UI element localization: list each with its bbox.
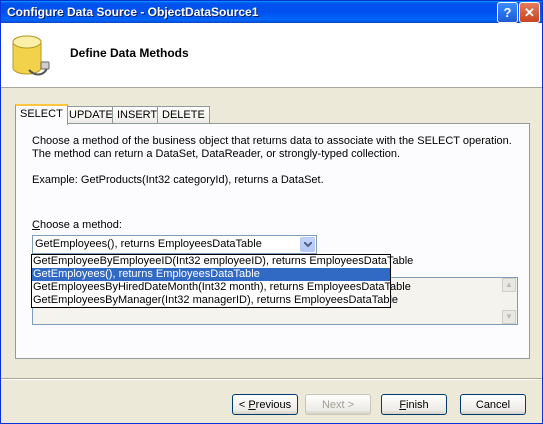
- tab-select[interactable]: SELECT: [15, 104, 68, 125]
- cancel-button[interactable]: Cancel: [460, 394, 526, 415]
- dialog-window: Configure Data Source - ObjectDataSource…: [0, 0, 543, 424]
- chevron-down-icon: [304, 242, 312, 248]
- finish-button[interactable]: Finish: [381, 394, 447, 415]
- vertical-scrollbar[interactable]: ▲ ▼: [501, 278, 517, 324]
- help-button[interactable]: ?: [497, 2, 518, 23]
- dropdown-option-selected[interactable]: GetEmployees(), returns EmployeesDataTab…: [32, 268, 390, 281]
- choose-label-accelerator: C: [32, 219, 40, 231]
- title-bar[interactable]: Configure Data Source - ObjectDataSource…: [1, 1, 542, 23]
- close-button[interactable]: ✕: [519, 2, 540, 23]
- dropdown-option[interactable]: GetEmployeesByManager(Int32 managerID), …: [32, 294, 398, 307]
- previous-accelerator: P: [248, 399, 256, 411]
- footer-divider: [1, 378, 542, 380]
- previous-label: revious: [255, 399, 292, 411]
- finish-label: inish: [406, 399, 429, 411]
- tab-delete[interactable]: DELETE: [157, 106, 210, 123]
- dropdown-option[interactable]: GetEmployeeByEmployeeID(Int32 employeeID…: [32, 255, 413, 268]
- scroll-up-button[interactable]: ▲: [502, 278, 516, 292]
- choose-label-text: hoose a method:: [39, 219, 122, 231]
- tab-insert[interactable]: INSERT: [112, 106, 163, 123]
- next-button[interactable]: Next >: [305, 394, 371, 415]
- method-description: Choose a method of the business object t…: [32, 135, 512, 160]
- method-select-value: GetEmployees(), returns EmployeesDataTab…: [35, 238, 262, 250]
- tab-panel: Choose a method of the business object t…: [15, 123, 530, 359]
- dropdown-option[interactable]: GetEmployeesByHiredDateMonth(Int32 month…: [32, 281, 411, 294]
- wizard-header: Define Data Methods: [1, 23, 542, 88]
- scroll-down-button[interactable]: ▼: [502, 310, 516, 324]
- method-dropdown-list: GetEmployeeByEmployeeID(Int32 employeeID…: [31, 254, 413, 308]
- page-title: Define Data Methods: [70, 46, 189, 60]
- database-icon: [12, 35, 50, 76]
- method-select[interactable]: GetEmployees(), returns EmployeesDataTab…: [32, 235, 317, 254]
- previous-button[interactable]: < Previous: [232, 394, 298, 415]
- example-text: Example: GetProducts(Int32 categoryId), …: [32, 174, 324, 186]
- previous-prefix: <: [238, 399, 249, 411]
- window-title: Configure Data Source - ObjectDataSource…: [7, 5, 259, 19]
- dropdown-toggle-button[interactable]: [300, 237, 315, 252]
- tab-update[interactable]: UPDATE: [64, 106, 118, 123]
- choose-method-label: Choose a method:: [32, 219, 122, 231]
